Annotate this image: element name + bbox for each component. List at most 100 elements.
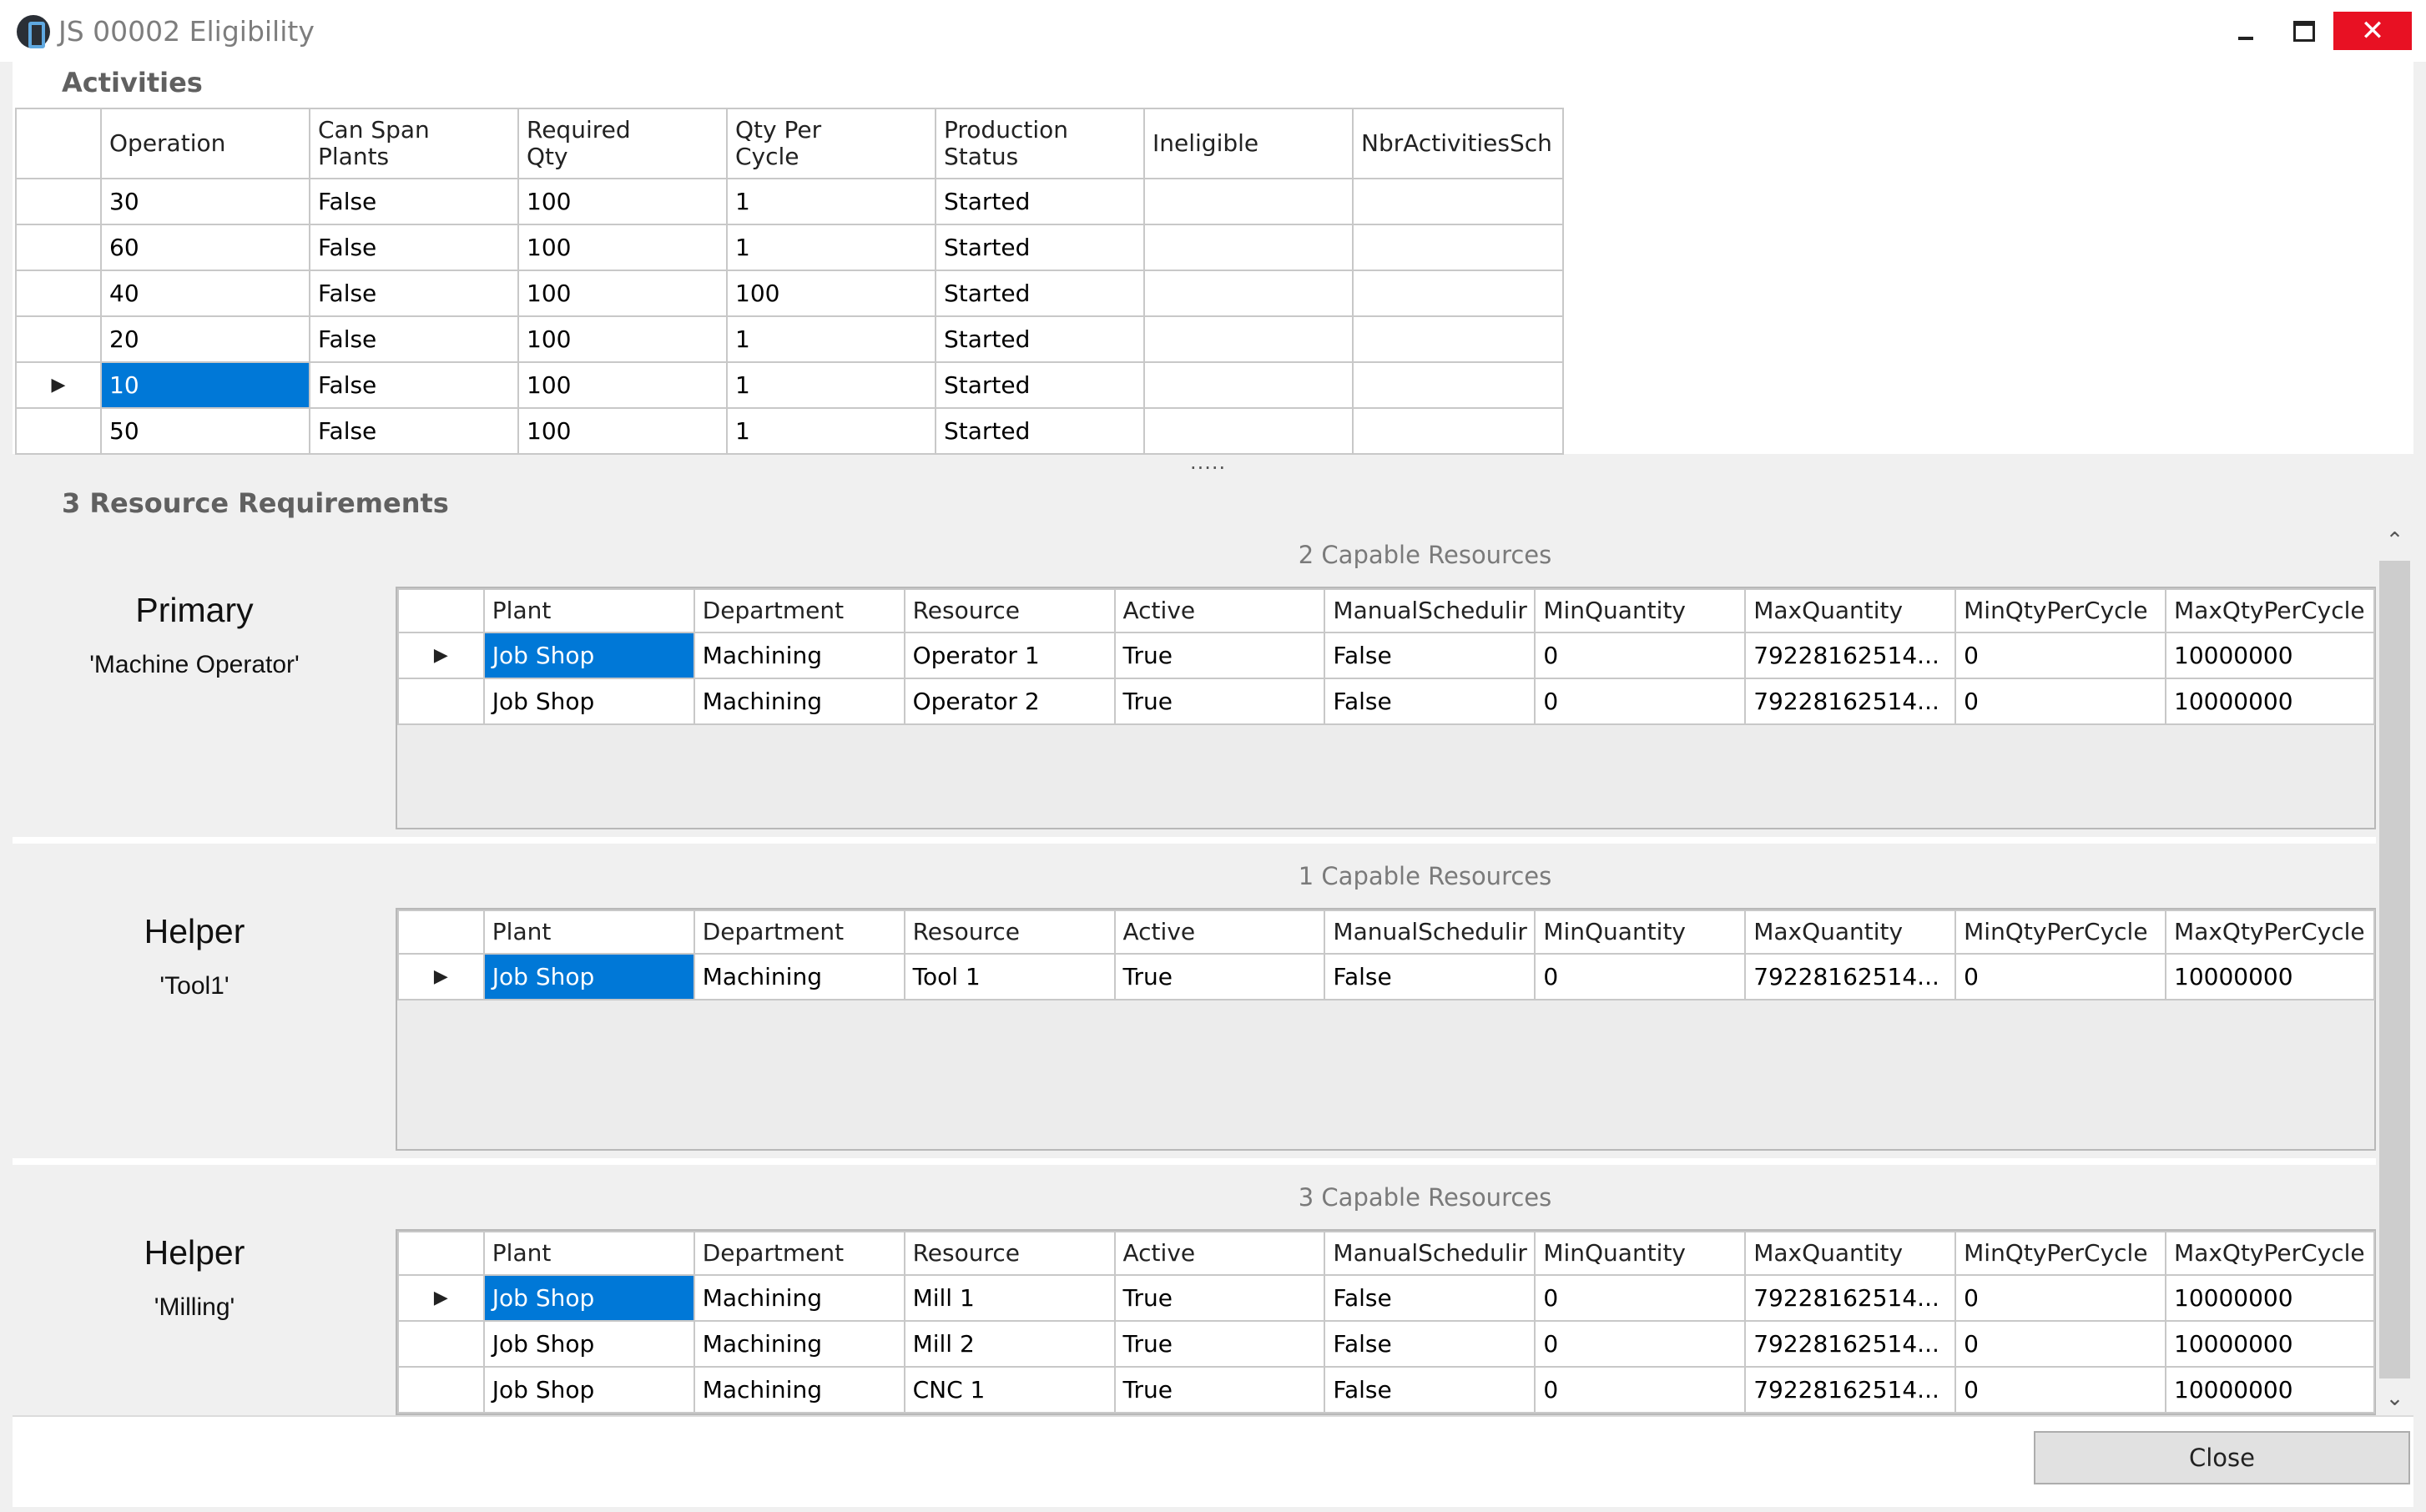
activity-cell-can-span[interactable]: False: [309, 361, 519, 409]
activity-row[interactable]: 20 False 100 1 Started: [15, 315, 1564, 363]
resources-column-header[interactable]: MaxQuantity: [1744, 910, 1957, 955]
activity-cell-ineligible[interactable]: [1143, 270, 1354, 317]
activities-grid[interactable]: Operation Can Span Plants Required Qty Qty …: [15, 108, 1564, 455]
activity-cell-required-qty[interactable]: 100: [517, 361, 728, 409]
activity-cell-qty-per-cycle[interactable]: 1: [726, 178, 936, 225]
resources-column-header[interactable]: MinQtyPerCycle: [1954, 588, 2167, 633]
activity-row[interactable]: 30 False 100 1 Started: [15, 178, 1564, 225]
resource-cell[interactable]: True: [1113, 953, 1326, 1000]
activity-cell-nbr[interactable]: [1352, 361, 1564, 409]
resource-cell[interactable]: Machining: [693, 632, 905, 679]
resource-cell[interactable]: Job Shop: [482, 1320, 695, 1368]
resource-cell[interactable]: Mill 2: [903, 1320, 1116, 1368]
minimize-button[interactable]: [2217, 12, 2275, 50]
scroll-up-icon[interactable]: ⌃: [2376, 524, 2413, 557]
resource-row[interactable]: ▶ Job Shop Machining Tool 1 True False 0 792281…: [397, 953, 2375, 1000]
resource-row[interactable]: ▶ Job Shop Machining Operator 1 True False 0 79…: [397, 632, 2375, 679]
resource-row[interactable]: Job Shop Machining Mill 2 True False 0 7922816…: [397, 1320, 2375, 1368]
activities-column-header[interactable]: Can Span Plants: [309, 108, 519, 179]
resource-cell[interactable]: True: [1113, 1320, 1326, 1368]
resources-column-header[interactable]: Plant: [482, 1231, 695, 1276]
resources-column-header[interactable]: Active: [1113, 588, 1326, 633]
activity-cell-qty-per-cycle[interactable]: 100: [726, 270, 936, 317]
activity-cell-ineligible[interactable]: [1143, 178, 1354, 225]
resource-cell[interactable]: Machining: [693, 953, 905, 1000]
activity-cell-nbr[interactable]: [1352, 178, 1564, 225]
activities-column-header[interactable]: Qty Per Cycle: [726, 108, 936, 179]
resource-cell[interactable]: True: [1113, 678, 1326, 725]
activity-cell-required-qty[interactable]: 100: [517, 315, 728, 363]
resource-cell[interactable]: 0: [1534, 1274, 1747, 1322]
resource-cell[interactable]: Job Shop: [482, 953, 695, 1000]
activities-column-header[interactable]: NbrActivitiesSch: [1352, 108, 1564, 179]
activity-cell-can-span[interactable]: False: [309, 315, 519, 363]
maximize-button[interactable]: [2275, 12, 2333, 50]
splitter-handle[interactable]: .....: [1190, 451, 1226, 474]
resources-column-header[interactable]: MaxQtyPerCycle: [2165, 910, 2375, 955]
resources-column-header[interactable]: MaxQtyPerCycle: [2165, 1231, 2375, 1276]
resource-cell[interactable]: 0: [1534, 632, 1747, 679]
resource-cell[interactable]: 79228162514...: [1744, 678, 1957, 725]
activities-column-header[interactable]: Production Status: [935, 108, 1145, 179]
activity-row[interactable]: 40 False 100 100 Started: [15, 270, 1564, 317]
activity-cell-nbr[interactable]: [1352, 270, 1564, 317]
activity-cell-status[interactable]: Started: [935, 361, 1145, 409]
activity-cell-qty-per-cycle[interactable]: 1: [726, 224, 936, 271]
resources-column-header[interactable]: Resource: [903, 910, 1116, 955]
resource-cell[interactable]: 0: [1954, 632, 2167, 679]
activity-cell-operation[interactable]: 50: [100, 407, 310, 455]
activity-cell-status[interactable]: Started: [935, 407, 1145, 455]
activity-cell-qty-per-cycle[interactable]: 1: [726, 407, 936, 455]
resources-column-header[interactable]: MinQuantity: [1534, 1231, 1747, 1276]
resources-column-header[interactable]: ManualSchedulir: [1324, 910, 1536, 955]
resource-cell[interactable]: False: [1324, 953, 1536, 1000]
resource-cell[interactable]: Machining: [693, 1320, 905, 1368]
activity-cell-can-span[interactable]: False: [309, 178, 519, 225]
activity-cell-required-qty[interactable]: 100: [517, 224, 728, 271]
resource-cell[interactable]: 79228162514...: [1744, 953, 1957, 1000]
activity-cell-required-qty[interactable]: 100: [517, 407, 728, 455]
activities-column-header[interactable]: Required Qty: [517, 108, 728, 179]
resource-cell[interactable]: Job Shop: [482, 632, 695, 679]
resource-cell[interactable]: 10000000: [2165, 1366, 2375, 1414]
activity-cell-nbr[interactable]: [1352, 407, 1564, 455]
activity-cell-operation[interactable]: 40: [100, 270, 310, 317]
activity-cell-operation[interactable]: 10: [100, 361, 310, 409]
activity-cell-can-span[interactable]: False: [309, 270, 519, 317]
row-selector[interactable]: [397, 1320, 485, 1368]
activity-cell-operation[interactable]: 20: [100, 315, 310, 363]
resources-column-header[interactable]: Department: [693, 910, 905, 955]
activity-cell-can-span[interactable]: False: [309, 224, 519, 271]
resource-cell[interactable]: Mill 1: [903, 1274, 1116, 1322]
resource-cell[interactable]: 10000000: [2165, 1320, 2375, 1368]
resources-column-header[interactable]: MaxQuantity: [1744, 1231, 1957, 1276]
resource-cell[interactable]: 10000000: [2165, 632, 2375, 679]
resources-column-header[interactable]: MinQuantity: [1534, 588, 1747, 633]
activity-cell-qty-per-cycle[interactable]: 1: [726, 315, 936, 363]
activities-column-header[interactable]: Ineligible: [1143, 108, 1354, 179]
activity-cell-can-span[interactable]: False: [309, 407, 519, 455]
activity-cell-ineligible[interactable]: [1143, 315, 1354, 363]
row-selector[interactable]: [397, 678, 485, 725]
resource-cell[interactable]: False: [1324, 678, 1536, 725]
row-selector[interactable]: [15, 407, 102, 455]
resource-cell[interactable]: False: [1324, 632, 1536, 679]
resource-cell[interactable]: 0: [1954, 678, 2167, 725]
scroll-down-icon[interactable]: ⌄: [2376, 1382, 2413, 1415]
resources-column-header[interactable]: Active: [1113, 910, 1326, 955]
resources-column-header[interactable]: Plant: [482, 588, 695, 633]
row-selector[interactable]: [15, 178, 102, 225]
activity-cell-nbr[interactable]: [1352, 224, 1564, 271]
resources-column-header[interactable]: ManualSchedulir: [1324, 1231, 1536, 1276]
activity-cell-qty-per-cycle[interactable]: 1: [726, 361, 936, 409]
row-selector[interactable]: ▶: [397, 953, 485, 1000]
scrollbar-thumb[interactable]: [2379, 561, 2410, 1378]
window-close-button[interactable]: ✕: [2333, 12, 2412, 50]
resource-cell[interactable]: 0: [1954, 1274, 2167, 1322]
activity-cell-nbr[interactable]: [1352, 315, 1564, 363]
row-selector[interactable]: [15, 224, 102, 271]
resource-cell[interactable]: True: [1113, 632, 1326, 679]
resource-cell[interactable]: Machining: [693, 1366, 905, 1414]
activity-cell-status[interactable]: Started: [935, 178, 1145, 225]
resources-column-header[interactable]: MinQtyPerCycle: [1954, 910, 2167, 955]
